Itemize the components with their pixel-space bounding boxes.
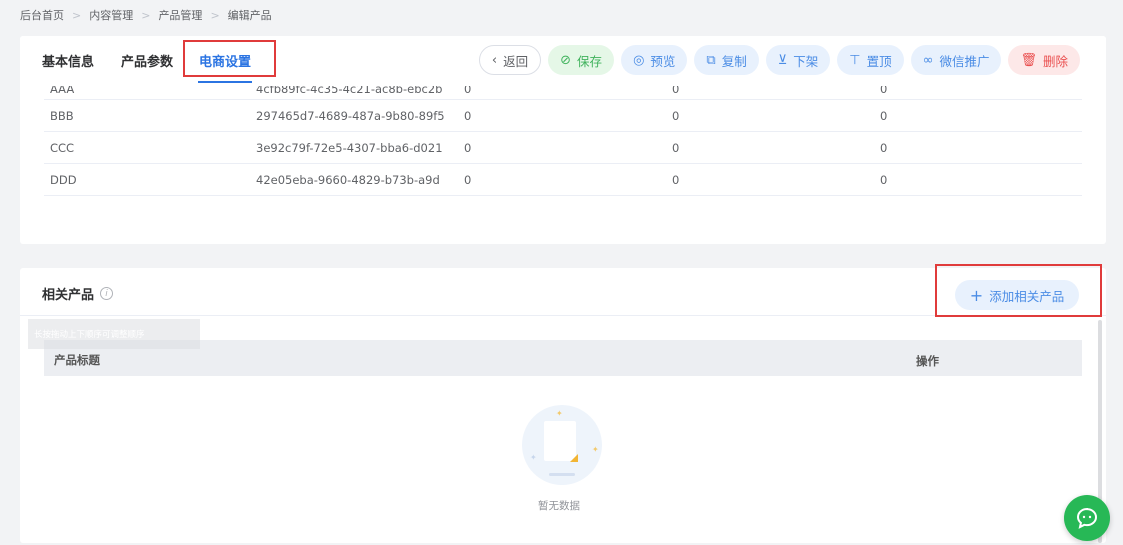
chat-icon	[1076, 507, 1098, 529]
breadcrumb-products[interactable]: 产品管理	[158, 7, 202, 23]
wechat-icon: ∞	[922, 52, 934, 68]
tab-product-params[interactable]: 产品参数	[121, 51, 173, 70]
ecommerce-settings-card: AAA 4cfb89fc-4c35-4c21-ac8b-ebc2b 0 0 0 …	[20, 36, 1106, 244]
breadcrumb-separator: >	[72, 8, 82, 22]
wechat-promote-label: 微信推广	[939, 53, 990, 69]
sku-value: 0	[672, 172, 680, 187]
section-title: 相关产品 i	[42, 284, 114, 303]
sku-value: 0	[672, 140, 680, 155]
sku-name: DDD	[50, 172, 77, 187]
drag-hint-tooltip: 长按拖动上下顺序可调整顺序	[28, 319, 200, 349]
pin-top-icon: ⊤	[849, 52, 861, 68]
sku-value: 0	[464, 172, 472, 187]
unpublish-button[interactable]: ⊻ 下架	[765, 45, 831, 75]
save-label: 保存	[577, 53, 603, 69]
info-icon[interactable]: i	[100, 287, 114, 300]
related-products-card: 相关产品 i + 添加相关产品 产品标题 操作 长按拖动上下顺序可调整顺序 ✦ …	[20, 264, 1106, 543]
empty-state-icon: ✦ ✦ ✦	[522, 405, 602, 485]
breadcrumb-current: 编辑产品	[227, 9, 272, 22]
breadcrumb-content[interactable]: 内容管理	[89, 7, 133, 23]
breadcrumb: 后台首页 > 内容管理 > 产品管理 > 编辑产品	[20, 5, 272, 25]
toolbar: ‹ 返回 ⊘ 保存 ◎ 预览 ⧉ 复制 ⊻ 下架 ⊤ 置顶 ∞ 微信推广 🗑 删…	[478, 45, 1080, 75]
pin-button[interactable]: ⊤ 置顶	[837, 45, 904, 75]
sku-value: 0	[880, 172, 888, 187]
check-circle-icon: ⊘	[560, 52, 572, 68]
sku-id: 297465d7-4689-487a-9b80-89f5	[256, 108, 445, 123]
trash-icon: 🗑	[1020, 52, 1037, 68]
tab-bar: 基本信息 产品参数 电商设置 ‹ 返回 ⊘ 保存 ◎ 预览 ⧉ 复制 ⊻ 下架 …	[20, 36, 1106, 86]
download-box-icon: ⊻	[777, 52, 788, 68]
sku-value: 0	[672, 108, 680, 123]
shadow-bar	[549, 473, 575, 476]
sku-id: 3e92c79f-72e5-4307-bba6-d021	[256, 140, 443, 155]
delete-label: 删除	[1042, 53, 1068, 69]
related-products-title: 相关产品	[42, 288, 95, 303]
back-label: 返回	[503, 53, 529, 69]
copy-button[interactable]: ⧉ 复制	[694, 45, 759, 75]
chevron-left-icon: ‹	[491, 52, 498, 68]
save-button[interactable]: ⊘ 保存	[548, 45, 615, 75]
sku-value: 0	[880, 140, 888, 155]
sku-name: CCC	[50, 140, 75, 155]
sku-table: AAA 4cfb89fc-4c35-4c21-ac8b-ebc2b 0 0 0 …	[44, 78, 1082, 196]
table-row: BBB 297465d7-4689-487a-9b80-89f5 0 0 0	[44, 100, 1082, 132]
sku-id: 42e05eba-9660-4829-b73b-a9d	[256, 172, 440, 187]
column-header-action: 操作	[916, 354, 939, 368]
tab-highlight-box	[183, 40, 276, 77]
sku-name: BBB	[50, 108, 74, 123]
copy-label: 复制	[721, 53, 747, 69]
column-header-title: 产品标题	[54, 353, 100, 367]
breadcrumb-separator: >	[210, 8, 220, 22]
wechat-promote-button[interactable]: ∞ 微信推广	[910, 45, 1002, 75]
copy-icon: ⧉	[706, 52, 716, 68]
back-button[interactable]: ‹ 返回	[478, 45, 542, 75]
sparkle-icon: ✦	[556, 409, 563, 418]
active-tab-indicator	[198, 81, 252, 83]
eye-icon: ◎	[633, 52, 645, 68]
add-button-highlight-box	[935, 264, 1102, 317]
table-row: DDD 42e05eba-9660-4829-b73b-a9d 0 0 0	[44, 164, 1082, 196]
preview-button[interactable]: ◎ 预览	[621, 45, 688, 75]
delete-button[interactable]: 🗑 删除	[1008, 45, 1080, 75]
table-row: CCC 3e92c79f-72e5-4307-bba6-d021 0 0 0	[44, 132, 1082, 164]
chat-support-button[interactable]	[1064, 495, 1110, 541]
breadcrumb-home[interactable]: 后台首页	[20, 7, 64, 23]
sparkle-icon: ✦	[592, 445, 599, 454]
breadcrumb-separator: >	[141, 8, 151, 22]
empty-state-text: 暂无数据	[538, 500, 580, 512]
pin-label: 置顶	[866, 53, 892, 69]
preview-label: 预览	[650, 53, 676, 69]
sku-value: 0	[464, 140, 472, 155]
sku-value: 0	[464, 108, 472, 123]
sparkle-icon: ✦	[530, 453, 537, 462]
unpublish-label: 下架	[793, 53, 819, 69]
sku-value: 0	[880, 108, 888, 123]
tab-basic-info[interactable]: 基本信息	[42, 51, 94, 70]
document-fold-icon	[570, 454, 578, 462]
